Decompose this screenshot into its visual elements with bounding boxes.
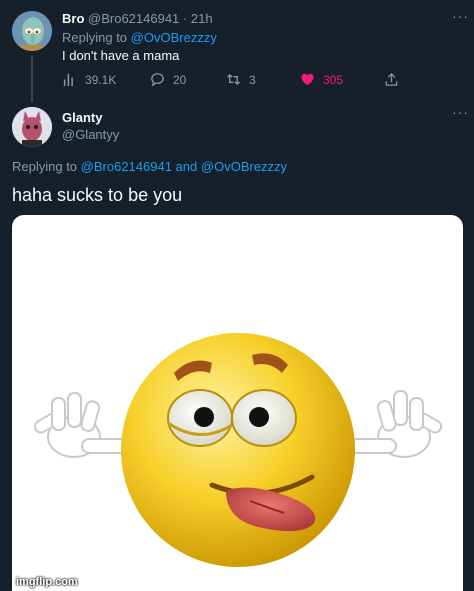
tongue-emoji-illustration — [33, 333, 443, 567]
replying-to: Replying to @OvOBrezzzy — [62, 30, 217, 45]
thread-line — [31, 55, 33, 102]
mention-link[interactable]: @OvOBrezzzy — [201, 159, 287, 174]
squidward-avatar-icon — [12, 11, 52, 51]
watermark: imgflip.com — [16, 576, 78, 588]
tweet-actions: 39.1K 20 3 305 — [62, 72, 402, 90]
avatar[interactable] — [12, 107, 52, 147]
handle[interactable]: @Bro62146941 — [88, 11, 179, 26]
mention-link[interactable]: @Bro62146941 — [81, 159, 172, 174]
separator: · — [182, 11, 188, 26]
right-glove-hand — [349, 390, 443, 458]
more-options-icon[interactable]: ··· — [452, 104, 469, 120]
tweet-bro[interactable]: Bro @Bro62146941 · 21h ··· Replying to @… — [0, 0, 474, 102]
views-button[interactable]: 39.1K — [62, 72, 116, 87]
replying-prefix: Replying to — [12, 159, 78, 174]
more-options-icon[interactable]: ··· — [452, 8, 469, 24]
tweet-header: Bro @Bro62146941 · 21h — [62, 11, 213, 26]
display-name[interactable]: Bro — [62, 11, 84, 26]
cartoon-avatar-icon — [12, 107, 52, 147]
retweet-button[interactable]: 3 — [226, 72, 256, 87]
replying-prefix: Replying to — [62, 30, 128, 45]
reply-count: 20 — [173, 72, 187, 87]
replying-to: Replying to @Bro62146941 and @OvOBrezzzy — [12, 159, 287, 174]
views-count: 39.1K — [85, 72, 117, 87]
mention-link[interactable]: @OvOBrezzzy — [131, 30, 217, 45]
analytics-icon — [63, 73, 73, 87]
timestamp[interactable]: 21h — [191, 11, 213, 26]
reply-icon — [151, 73, 164, 87]
share-icon — [385, 72, 398, 86]
handle[interactable]: @Glantyy — [62, 127, 119, 142]
mention-and: and — [175, 159, 198, 174]
reply-button[interactable]: 20 — [150, 72, 186, 87]
display-name[interactable]: Glanty — [62, 110, 102, 125]
heart-icon — [301, 73, 314, 86]
avatar[interactable] — [12, 11, 52, 51]
tweet-text: haha sucks to be you — [12, 185, 183, 205]
left-glove-hand — [33, 392, 129, 458]
retweet-icon — [226, 73, 241, 86]
like-count: 305 — [323, 72, 344, 87]
tweet-media-image[interactable]: imgflip.com — [12, 215, 463, 591]
tweet-text: I don't have a mama — [62, 48, 180, 63]
share-button[interactable] — [384, 72, 399, 87]
retweet-count: 3 — [249, 72, 256, 87]
like-button[interactable]: 305 — [300, 72, 343, 87]
